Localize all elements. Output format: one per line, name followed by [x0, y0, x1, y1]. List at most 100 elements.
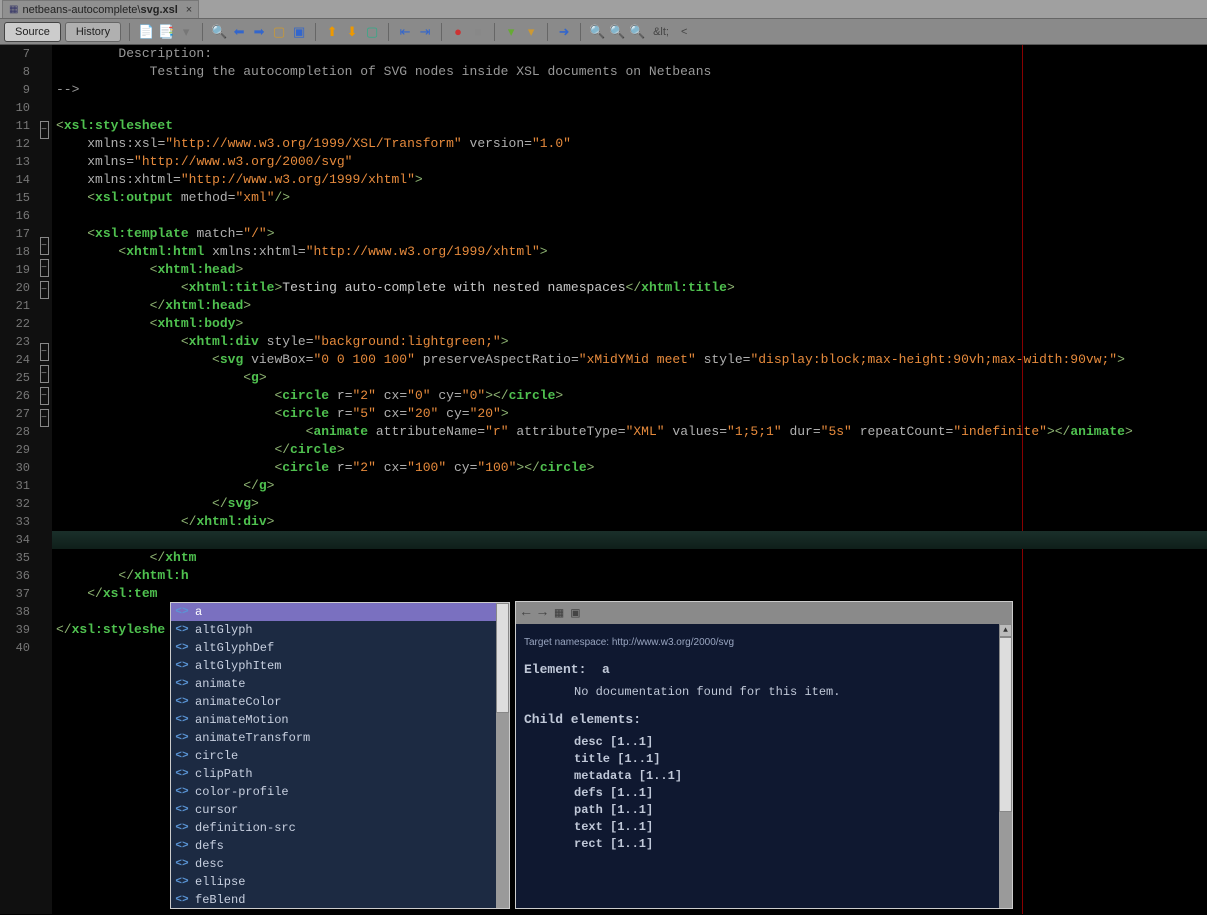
autocomplete-item[interactable]: <>altGlyph — [171, 621, 496, 639]
doc-body: Target namespace: http://www.w3.org/2000… — [516, 624, 1012, 904]
element-icon: <> — [175, 804, 189, 816]
editor[interactable]: 78910 11121314 15161718 19202122 2324252… — [0, 45, 1207, 914]
element-icon: <> — [175, 750, 189, 762]
entity-label: &lt; — [653, 26, 669, 38]
autocomplete-item[interactable]: <>color-profile — [171, 783, 496, 801]
autocomplete-item[interactable]: <>defs — [171, 837, 496, 855]
element-icon: <> — [175, 858, 189, 870]
selection-icon[interactable]: ▣ — [291, 24, 307, 40]
element-icon: <> — [175, 876, 189, 888]
find-prev-icon[interactable]: ⬅ — [231, 24, 247, 40]
goto-icon[interactable]: ➜ — [556, 24, 572, 40]
child-element: rect [1..1] — [524, 836, 1004, 853]
page-icon[interactable]: ▦ — [555, 605, 563, 622]
tab-bar: ▦ netbeans-autocomplete\svg.xsl × — [0, 0, 1207, 19]
element-icon: <> — [175, 624, 189, 636]
element-icon: <> — [175, 660, 189, 672]
record-icon[interactable]: ● — [450, 24, 466, 40]
forward-icon[interactable]: → — [538, 605, 546, 621]
element-icon: <> — [175, 786, 189, 798]
autocomplete-list[interactable]: <>a <>altGlyph <>altGlyphDef <>altGlyphI… — [171, 603, 496, 908]
element-icon: <> — [175, 606, 189, 618]
scrollbar-thumb[interactable] — [999, 637, 1012, 812]
up-icon[interactable]: ⬆ — [324, 24, 340, 40]
source-button[interactable]: Source — [4, 22, 61, 42]
shift-left-icon[interactable]: ⇤ — [397, 24, 413, 40]
autocomplete-item[interactable]: <>animate — [171, 675, 496, 693]
down-icon[interactable]: ⬇ — [344, 24, 360, 40]
documentation-panel: ← → ▦ ▣ Target namespace: http://www.w3.… — [515, 601, 1013, 909]
autocomplete-item[interactable]: <>animateTransform — [171, 729, 496, 747]
autocomplete-popup[interactable]: <>a <>altGlyph <>altGlyphDef <>altGlyphI… — [170, 602, 510, 909]
autocomplete-item[interactable]: <>animateMotion — [171, 711, 496, 729]
nav-fwd-icon[interactable]: 📑 — [158, 24, 174, 40]
lt-label: < — [681, 26, 687, 38]
autocomplete-item[interactable]: <>a — [171, 603, 496, 621]
element-icon: <> — [175, 714, 189, 726]
shift-right-icon[interactable]: ⇥ — [417, 24, 433, 40]
child-element: metadata [1..1] — [524, 768, 1004, 785]
fold-icon[interactable]: − — [40, 365, 49, 383]
zoom-in-icon[interactable]: 🔍 — [589, 24, 605, 40]
back-icon[interactable]: ← — [522, 605, 530, 621]
child-element: text [1..1] — [524, 819, 1004, 836]
separator — [129, 23, 130, 41]
diff-next-icon[interactable]: ▾ — [523, 24, 539, 40]
toolbar: Source History 📄 📑 ▾ 🔍 ⬅ ➡ ▢ ▣ ⬆ ⬇ ▢ ⇤ ⇥… — [0, 19, 1207, 45]
autocomplete-item[interactable]: <>ellipse — [171, 873, 496, 891]
doc-toolbar: ← → ▦ ▣ — [516, 602, 1012, 624]
highlight-icon[interactable]: ▢ — [271, 24, 287, 40]
element-icon: <> — [175, 732, 189, 744]
autocomplete-item[interactable]: <>definition-src — [171, 819, 496, 837]
fold-icon[interactable]: − — [40, 281, 49, 299]
autocomplete-item[interactable]: <>desc — [171, 855, 496, 873]
namespace-label: Target namespace: http://www.w3.org/2000… — [524, 634, 1004, 651]
fold-icon[interactable]: − — [40, 237, 49, 255]
zoom-reset-icon[interactable]: 🔍 — [629, 24, 645, 40]
copy-icon[interactable]: ▣ — [571, 605, 579, 622]
bookmark-icon[interactable]: ▢ — [364, 24, 380, 40]
fold-column[interactable]: − − − − − − − − — [36, 45, 52, 914]
child-element: defs [1..1] — [524, 785, 1004, 802]
tab-path: netbeans-autocomplete\svg.xsl — [22, 4, 177, 16]
element-icon: <> — [175, 678, 189, 690]
separator — [494, 23, 495, 41]
line-gutter: 78910 11121314 15161718 19202122 2324252… — [0, 45, 36, 914]
stop-icon[interactable]: ■ — [470, 24, 486, 40]
zoom-out-icon[interactable]: 🔍 — [609, 24, 625, 40]
nav-back-icon[interactable]: 📄 — [138, 24, 154, 40]
scrollbar-thumb[interactable] — [496, 603, 509, 713]
fold-icon[interactable]: − — [40, 387, 49, 405]
fold-icon[interactable]: − — [40, 121, 49, 139]
element-icon: <> — [175, 894, 189, 906]
element-icon: <> — [175, 840, 189, 852]
separator — [441, 23, 442, 41]
diff-prev-icon[interactable]: ▾ — [503, 24, 519, 40]
autocomplete-item[interactable]: <>circle — [171, 747, 496, 765]
no-doc-text: No documentation found for this item. — [524, 684, 1004, 701]
autocomplete-item[interactable]: <>altGlyphDef — [171, 639, 496, 657]
separator — [388, 23, 389, 41]
fold-icon[interactable]: − — [40, 343, 49, 361]
close-icon[interactable]: × — [186, 4, 192, 16]
find-next-icon[interactable]: ➡ — [251, 24, 267, 40]
scrollbar[interactable] — [496, 603, 509, 908]
autocomplete-item[interactable]: <>feBlend — [171, 891, 496, 908]
scrollbar[interactable]: ▲ — [999, 624, 1012, 908]
history-button[interactable]: History — [65, 22, 121, 42]
element-icon: <> — [175, 768, 189, 780]
fold-icon[interactable]: − — [40, 409, 49, 427]
dropdown-icon[interactable]: ▾ — [178, 24, 194, 40]
file-tab[interactable]: ▦ netbeans-autocomplete\svg.xsl × — [2, 0, 199, 18]
child-elements-heading: Child elements: — [524, 711, 1004, 728]
fold-icon[interactable]: − — [40, 259, 49, 277]
autocomplete-item[interactable]: <>clipPath — [171, 765, 496, 783]
separator — [202, 23, 203, 41]
autocomplete-item[interactable]: <>altGlyphItem — [171, 657, 496, 675]
scroll-up-icon[interactable]: ▲ — [999, 624, 1012, 637]
separator — [547, 23, 548, 41]
separator — [580, 23, 581, 41]
autocomplete-item[interactable]: <>animateColor — [171, 693, 496, 711]
find-icon[interactable]: 🔍 — [211, 24, 227, 40]
autocomplete-item[interactable]: <>cursor — [171, 801, 496, 819]
